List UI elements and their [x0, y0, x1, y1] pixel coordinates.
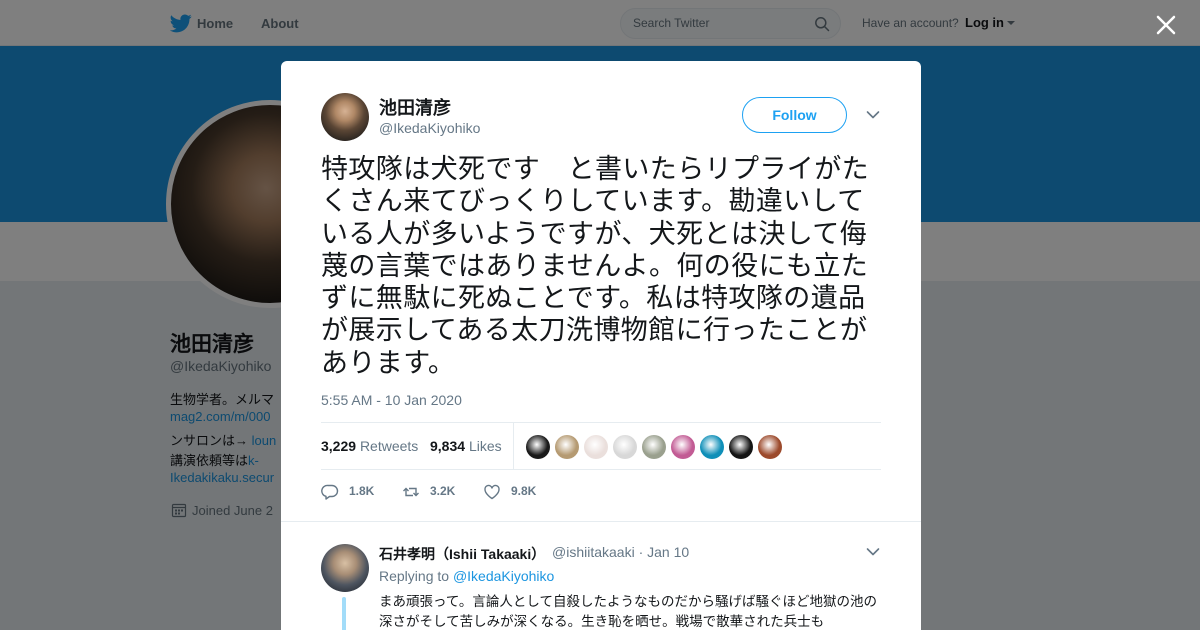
- liker-avatar[interactable]: [526, 435, 550, 459]
- author-name[interactable]: 池田清彦: [379, 94, 451, 120]
- tweet-timestamp[interactable]: 5:55 AM - 10 Jan 2020: [321, 392, 462, 408]
- liker-avatar[interactable]: [700, 435, 724, 459]
- liker-avatar[interactable]: [584, 435, 608, 459]
- likes-stat[interactable]: 9,834 Likes: [430, 438, 502, 454]
- reply-author-avatar[interactable]: [321, 544, 369, 592]
- tweet-stats: 3,229 Retweets 9,834 Likes: [321, 422, 881, 470]
- retweet-icon: [403, 487, 419, 497]
- tweet-modal: 池田清彦 @IkedaKiyohiko Follow 特攻隊は犬死です と書いた…: [281, 61, 921, 630]
- follow-button[interactable]: Follow: [742, 97, 847, 133]
- reply-count: 1.8K: [349, 484, 375, 498]
- likes-label: Likes: [468, 438, 502, 454]
- retweet-count: 3.2K: [430, 484, 456, 498]
- liker-avatar[interactable]: [642, 435, 666, 459]
- reply-author-meta[interactable]: @ishiitakaaki · Jan 10: [552, 544, 689, 560]
- liker-avatar[interactable]: [729, 435, 753, 459]
- retweets-count: 3,229: [321, 438, 357, 454]
- heart-icon: [484, 484, 500, 500]
- thread-line: [342, 597, 346, 630]
- reply-button[interactable]: 1.8K: [321, 481, 381, 503]
- chevron-down-icon[interactable]: [866, 110, 880, 120]
- like-button[interactable]: 9.8K: [483, 481, 543, 503]
- stats-divider: [513, 423, 514, 469]
- tweet-actions: 1.8K 3.2K 9.8K: [321, 481, 881, 503]
- retweet-button[interactable]: 3.2K: [402, 481, 462, 503]
- reply-author-name[interactable]: 石井孝明（Ishii Takaaki）: [379, 544, 545, 564]
- replying-to-link[interactable]: @IkedaKiyohiko: [453, 568, 554, 584]
- replying-to: Replying to @IkedaKiyohiko: [379, 568, 554, 584]
- like-count: 9.8K: [511, 484, 537, 498]
- retweets-label: Retweets: [359, 438, 419, 454]
- author-avatar[interactable]: [321, 93, 369, 141]
- reply-text: まあ頑張って。言論人として自殺したようなものだから騒げば騒ぐほど地獄の池の深さが…: [379, 594, 878, 629]
- replying-prefix: Replying to: [379, 568, 453, 584]
- liker-avatar[interactable]: [671, 435, 695, 459]
- author-handle[interactable]: @IkedaKiyohiko: [379, 120, 480, 136]
- retweets-stat[interactable]: 3,229 Retweets: [321, 438, 418, 454]
- reply-icon: [321, 484, 339, 500]
- tweet-text: 特攻隊は犬死です と書いたらリプライがたくさん来てびっくりしています。勘違いして…: [321, 154, 869, 378]
- reply-tweet[interactable]: 石井孝明（Ishii Takaaki） @ishiitakaaki · Jan …: [281, 521, 921, 630]
- likes-count: 9,834: [430, 438, 466, 454]
- close-icon[interactable]: [1153, 12, 1179, 38]
- liker-avatar[interactable]: [555, 435, 579, 459]
- chevron-down-icon[interactable]: [866, 547, 880, 557]
- liker-avatar[interactable]: [758, 435, 782, 459]
- liker-avatar[interactable]: [613, 435, 637, 459]
